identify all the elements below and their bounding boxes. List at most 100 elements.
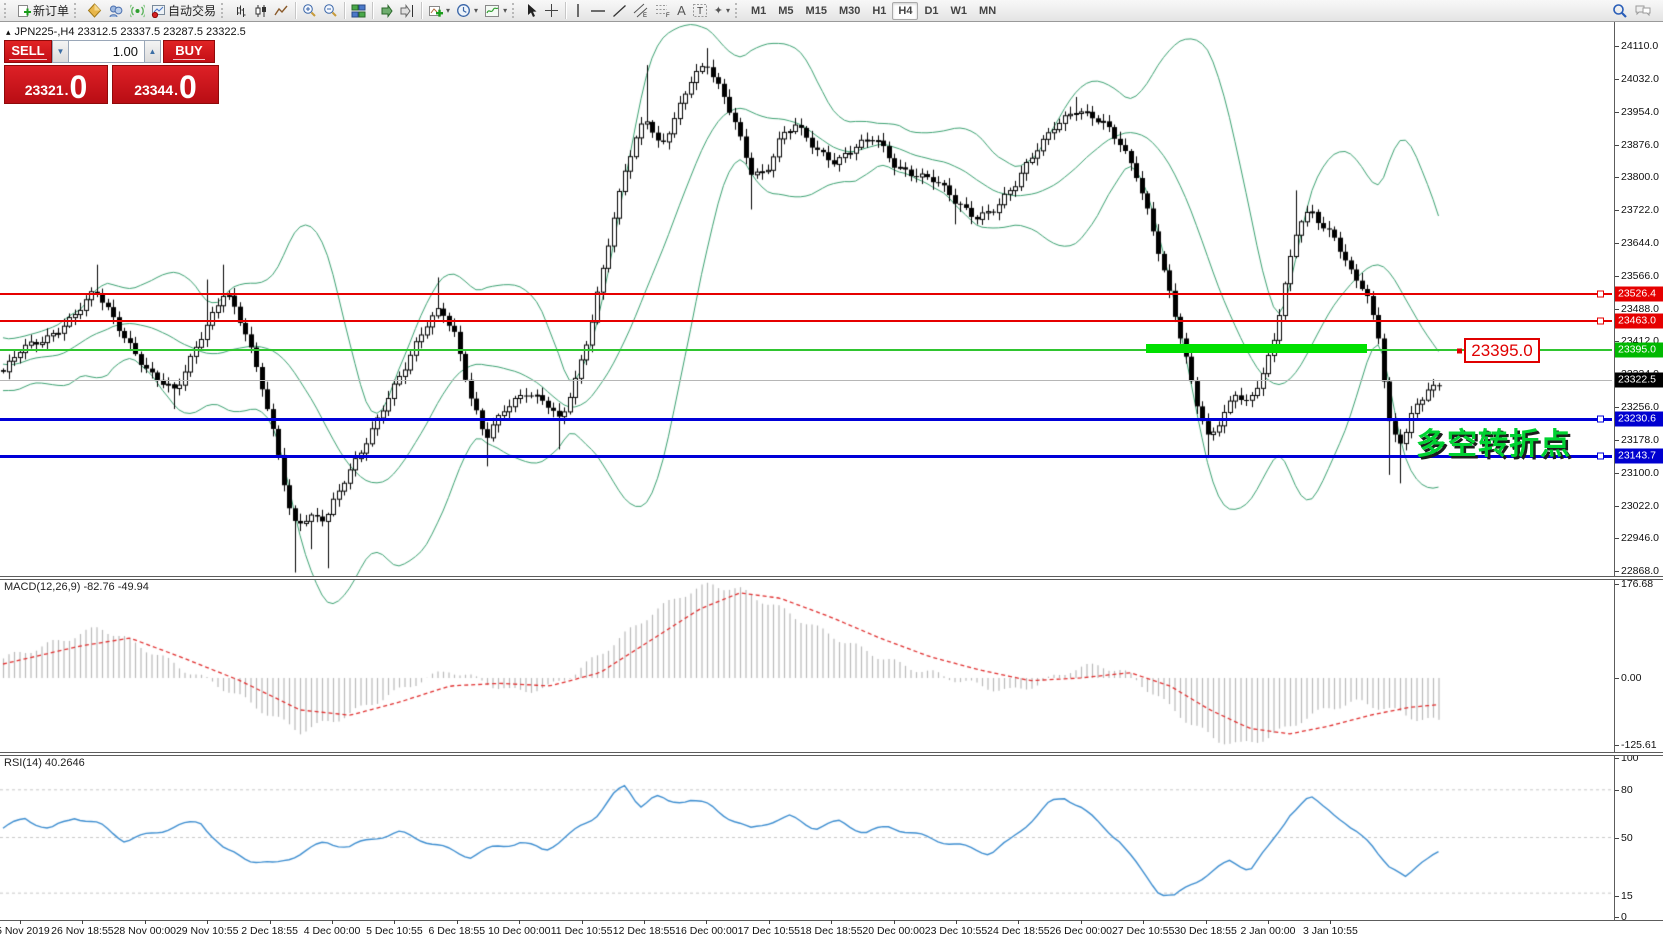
fibonacci-button[interactable]: F — [652, 1, 674, 21]
price-tick — [1615, 506, 1619, 507]
time-tick-label: 5 Dec 10:55 — [366, 925, 423, 937]
rsi-tick — [1615, 790, 1619, 791]
candlestick-button[interactable] — [251, 1, 271, 21]
line-anchor-icon[interactable] — [1597, 291, 1604, 298]
toolbar-grip[interactable] — [735, 3, 741, 18]
pane-separator[interactable] — [0, 576, 1663, 580]
cursor-button[interactable] — [522, 1, 541, 21]
resistance-line-23526[interactable] — [0, 293, 1612, 295]
price-tick — [1615, 79, 1619, 80]
price-tick — [1615, 243, 1619, 244]
toolbar-grip[interactable] — [221, 3, 227, 18]
resistance-line-23463[interactable] — [0, 320, 1612, 322]
toolbar-grip[interactable] — [74, 3, 80, 18]
price-tick-label: 22946.0 — [1621, 532, 1659, 544]
zoom-out-button[interactable] — [320, 1, 341, 21]
annotation-text[interactable]: 多空转折点 — [1416, 419, 1591, 463]
time-tick — [394, 920, 395, 924]
toolbar-grip[interactable] — [512, 3, 518, 18]
svg-text:F: F — [666, 13, 670, 18]
time-tick — [1081, 920, 1082, 924]
timeframe-button-w1[interactable]: W1 — [945, 2, 974, 20]
price-chart-canvas[interactable] — [0, 0, 1663, 941]
signal-icon — [130, 3, 145, 18]
chevron-down-icon: ▾ — [726, 6, 730, 15]
signal-button[interactable] — [127, 1, 148, 21]
time-tick-label: 27 Dec 10:55 — [1112, 925, 1174, 937]
time-tick-label: 24 Dec 18:55 — [987, 925, 1049, 937]
timeframe-button-h4[interactable]: H4 — [892, 2, 918, 20]
support-line-23230[interactable] — [0, 418, 1612, 421]
time-tick — [20, 920, 21, 924]
line-anchor-icon[interactable] — [1597, 416, 1604, 423]
price-tick-label: 24032.0 — [1621, 73, 1659, 85]
line-anchor-icon[interactable] — [1597, 453, 1604, 460]
arrows-button[interactable]: ✦▾ — [711, 1, 733, 21]
price-level-callout[interactable]: 23395.0 — [1464, 338, 1540, 363]
sell-price[interactable]: 23321.0 — [4, 65, 108, 104]
chat-button[interactable] — [1631, 1, 1655, 21]
toolbar-grip[interactable] — [4, 3, 10, 18]
timeframe-button-m5[interactable]: M5 — [772, 2, 799, 20]
collapse-panel-arrow-icon[interactable]: ▴ — [6, 27, 11, 37]
sell-button[interactable]: SELL — [4, 40, 52, 63]
timeframe-button-m1[interactable]: M1 — [745, 2, 772, 20]
channel-button[interactable]: E — [630, 1, 652, 21]
timeframe-button-d1[interactable]: D1 — [918, 2, 944, 20]
support-line-23395[interactable] — [0, 349, 1612, 351]
periods-button[interactable]: ▾ — [453, 1, 481, 21]
time-tick — [894, 920, 895, 924]
rsi-scale-label: 50 — [1621, 832, 1633, 844]
time-tick — [270, 920, 271, 924]
support-zone-highlight[interactable] — [1146, 344, 1367, 353]
search-button[interactable] — [1609, 1, 1631, 21]
time-tick-label: 16 Dec 00:00 — [675, 925, 737, 937]
time-tick-label: 18 Dec 18:55 — [800, 925, 862, 937]
volume-increase-button[interactable]: ▲ — [144, 40, 161, 63]
time-tick — [519, 920, 520, 924]
bar-chart-button[interactable] — [231, 1, 251, 21]
volume-input[interactable]: 1.00 — [69, 40, 144, 63]
chart-shift-button[interactable] — [397, 1, 418, 21]
new-order-button[interactable]: 新订单 — [14, 1, 72, 21]
indicators-button[interactable]: ▾ — [425, 1, 453, 21]
rsi-value: 40.2646 — [45, 757, 85, 769]
new-order-label: 新订单 — [33, 2, 69, 19]
community-button[interactable] — [105, 1, 127, 21]
diamond-button[interactable] — [84, 1, 105, 21]
timeframe-button-mn[interactable]: MN — [973, 2, 1002, 20]
support-line-23143[interactable] — [0, 455, 1612, 458]
crosshair-icon — [544, 3, 559, 18]
volume-decrease-button[interactable]: ▼ — [52, 40, 69, 63]
crosshair-button[interactable] — [541, 1, 562, 21]
auto-scroll-button[interactable] — [376, 1, 397, 21]
timeframe-button-m30[interactable]: M30 — [833, 2, 866, 20]
rsi-tick — [1615, 838, 1619, 839]
time-tick — [1268, 920, 1269, 924]
candlestick-icon — [254, 4, 268, 18]
templates-button[interactable]: ▾ — [481, 1, 510, 21]
time-tick — [706, 920, 707, 924]
text-button[interactable]: A — [674, 1, 689, 21]
line-anchor-icon — [1457, 348, 1462, 353]
vertical-line-button[interactable] — [569, 1, 587, 21]
trendline-button[interactable] — [609, 1, 630, 21]
line-anchor-icon[interactable] — [1597, 318, 1604, 325]
buy-button[interactable]: BUY — [163, 40, 215, 63]
buy-price[interactable]: 23344.0 — [112, 65, 219, 104]
time-tick — [332, 920, 333, 924]
text-label-button[interactable]: T — [689, 1, 711, 21]
zoom-in-button[interactable] — [299, 1, 320, 21]
time-tick — [1018, 920, 1019, 924]
pane-separator[interactable] — [0, 752, 1663, 756]
price-tick — [1615, 177, 1619, 178]
rsi-tick — [1615, 917, 1619, 918]
timeframe-button-h1[interactable]: H1 — [866, 2, 892, 20]
time-tick-label: 11 Dec 10:55 — [551, 925, 613, 937]
timeframe-group: M1M5M15M30H1H4D1W1MN — [745, 2, 1002, 20]
timeframe-button-m15[interactable]: M15 — [800, 2, 833, 20]
autotrade-button[interactable]: 自动交易 — [148, 1, 219, 21]
line-chart-button[interactable] — [271, 1, 292, 21]
tile-windows-button[interactable] — [348, 1, 369, 21]
horizontal-line-button[interactable] — [587, 1, 609, 21]
